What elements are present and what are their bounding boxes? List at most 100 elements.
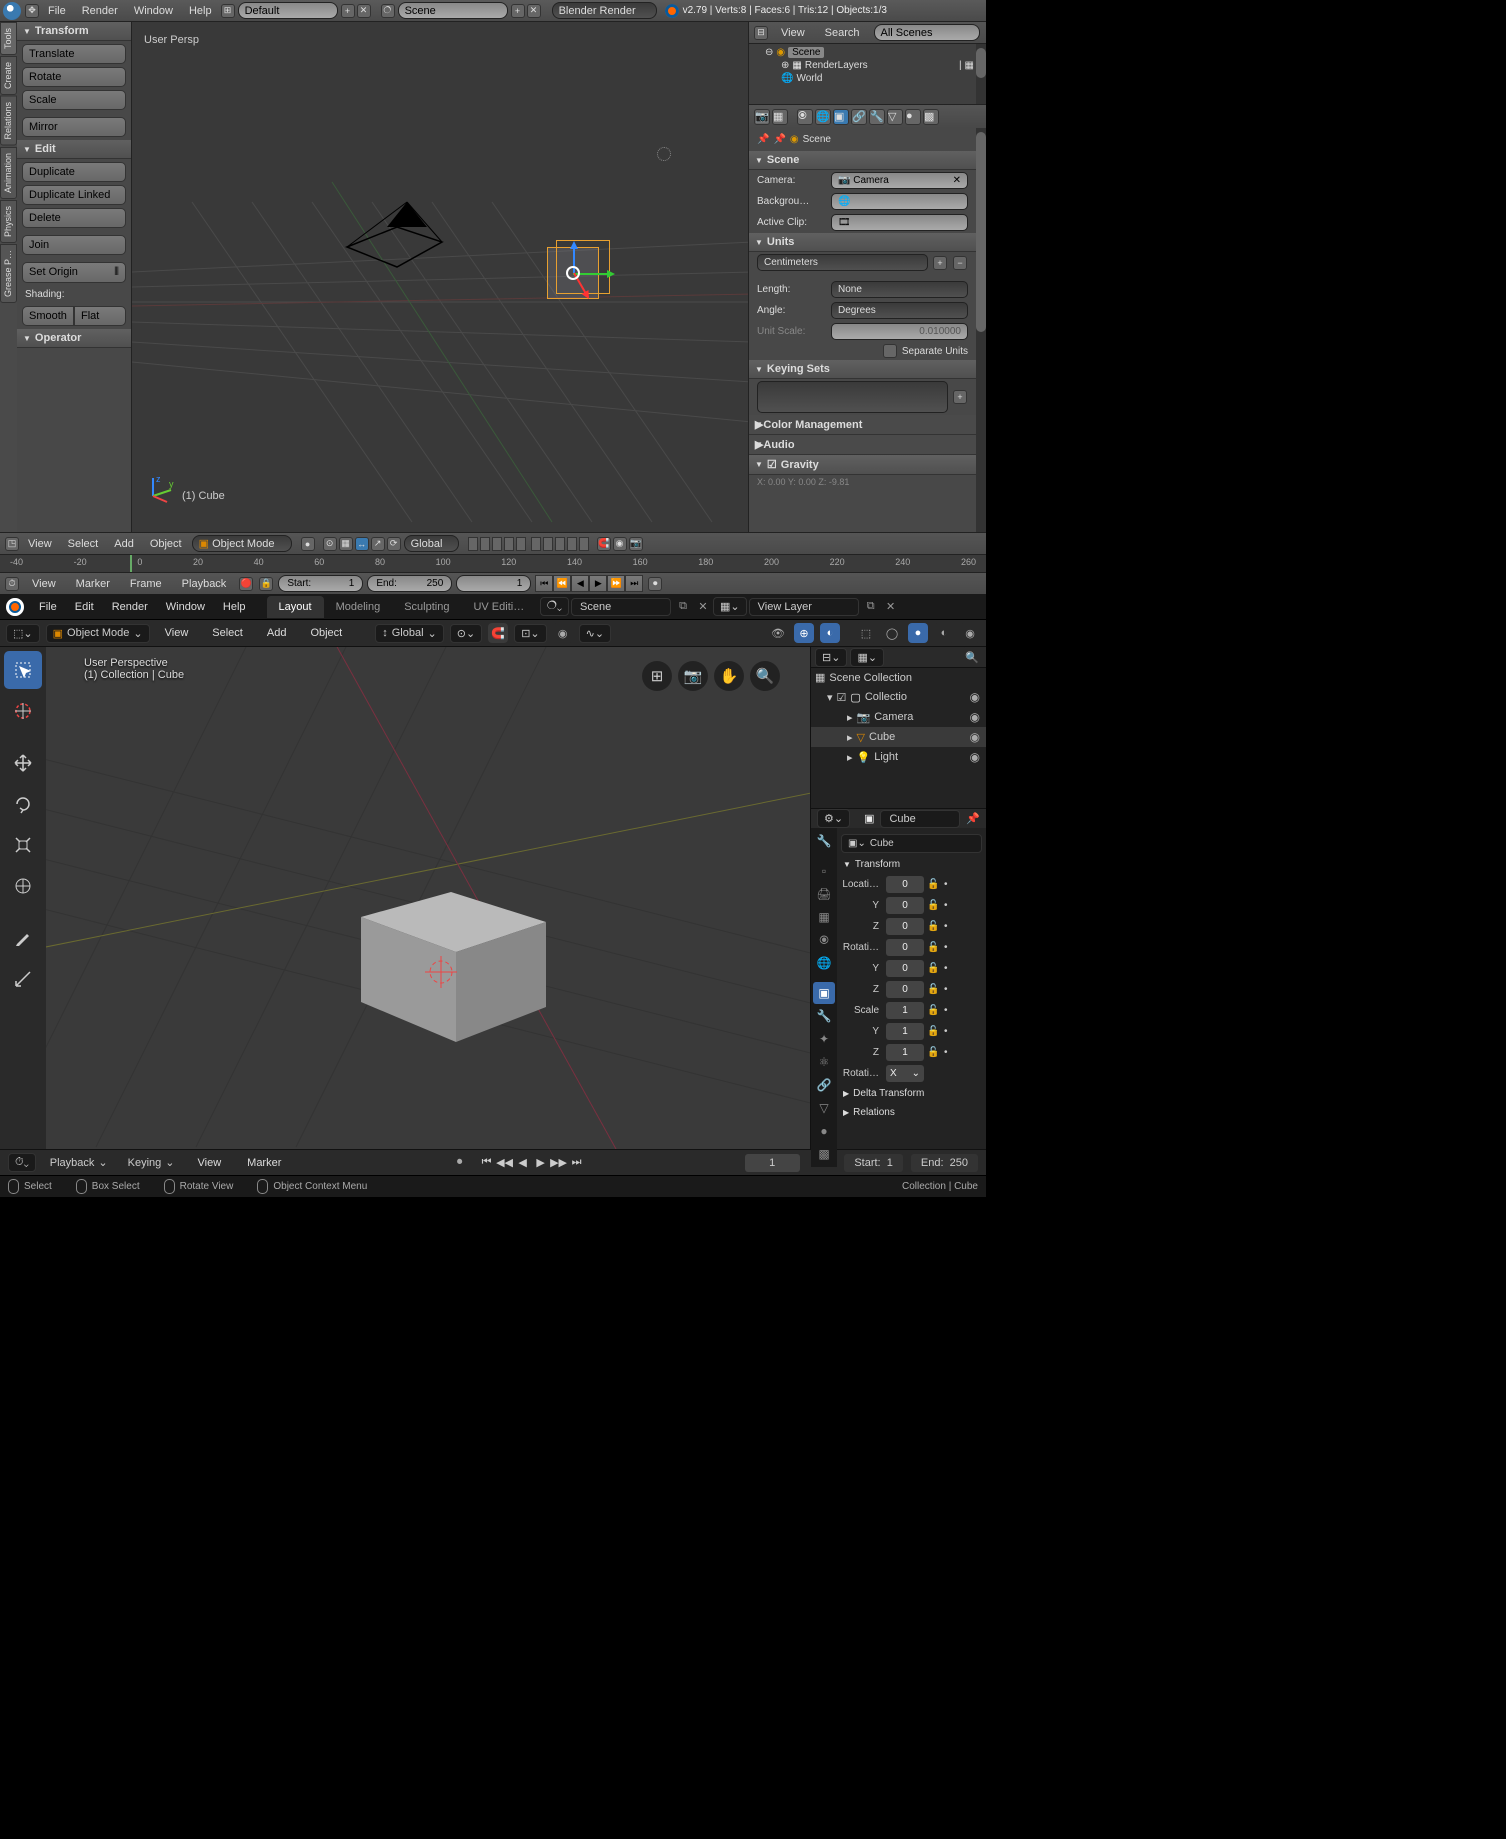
tab-modifier-icon[interactable]: 🔧 <box>813 1005 835 1027</box>
del-layout-icon[interactable]: ✕ <box>357 4 371 18</box>
prop-scene-icon[interactable]: 🞊 <box>797 109 813 125</box>
outliner-tree[interactable]: ▦Scene Collection ▾☑▢Collectio◉ ▸📷Camera… <box>811 668 986 808</box>
copy-vl-icon[interactable]: ⧉ <box>863 599 879 615</box>
menu-help[interactable]: Help <box>214 601 255 613</box>
tl-type-icon[interactable]: ⏱ <box>5 577 19 591</box>
join-button[interactable]: Join <box>22 235 126 255</box>
tab-texture-icon[interactable]: ▩ <box>813 1143 835 1165</box>
next-key-icon[interactable]: ⏩ <box>607 575 625 592</box>
pivot-icon[interactable]: ⊙ <box>323 537 337 551</box>
outliner-search[interactable]: Search <box>817 27 868 39</box>
object-name[interactable]: Cube <box>880 810 960 828</box>
tab-material-icon[interactable]: ● <box>813 1120 835 1142</box>
prop-constraint-icon[interactable]: 🔗 <box>851 109 867 125</box>
prop-render-icon[interactable]: 📷 <box>754 109 770 125</box>
outliner-tree[interactable]: ⊖◉Scene ⊕▦RenderLayers|▦ 🌐World <box>749 44 976 104</box>
menu-window[interactable]: Window <box>126 5 181 17</box>
camera-icon[interactable]: 📷 <box>678 661 708 691</box>
rotate-button[interactable]: Rotate <box>22 67 126 87</box>
clip-field[interactable]: 🎞 <box>831 214 968 231</box>
manip-r-icon[interactable]: ⟳ <box>387 537 401 551</box>
xray-toggle[interactable]: ⬚ <box>856 623 876 643</box>
smooth-button[interactable]: Smooth <box>22 306 74 326</box>
manipulator-icon[interactable]: ↔ <box>355 537 369 551</box>
tab-layout[interactable]: Layout <box>267 596 324 618</box>
tool-measure[interactable] <box>4 960 42 998</box>
loc-z[interactable]: 0 <box>886 918 924 935</box>
tab-render-icon[interactable]: ▫ <box>813 860 835 882</box>
tab-uv[interactable]: UV Editi… <box>461 596 536 618</box>
sync-icon[interactable]: 🔒 <box>259 577 273 591</box>
panel-operator[interactable]: Operator <box>17 329 131 348</box>
propedit-toggle[interactable]: ◉ <box>553 623 573 643</box>
collection[interactable]: Collectio <box>865 691 907 703</box>
start-field[interactable]: Start:1 <box>278 575 363 592</box>
jump-start-icon[interactable]: ⏮ <box>535 575 553 592</box>
prev-key-icon[interactable]: ◀◀ <box>496 1154 514 1172</box>
tab-data-icon[interactable]: ▽ <box>813 1097 835 1119</box>
add-menu[interactable]: Add <box>106 538 142 550</box>
unit-add-icon[interactable]: + <box>933 256 947 270</box>
timeline-type[interactable]: ⏱⌄ <box>8 1153 36 1172</box>
vtab-tools[interactable]: Tools <box>0 22 17 55</box>
tl-view[interactable]: View <box>189 1157 231 1169</box>
pivot-select[interactable]: ⊙⌄ <box>450 624 482 643</box>
jump-start-icon[interactable]: ⏮ <box>478 1154 496 1172</box>
layers-icon[interactable]: ▦ <box>339 537 353 551</box>
3d-viewport[interactable]: User Perspective (1) Collection | Cube ⊞… <box>46 647 810 1149</box>
add-scene-icon[interactable]: + <box>511 4 525 18</box>
wire-shade-icon[interactable]: ◯ <box>882 623 902 643</box>
current-frame[interactable]: 1 <box>745 1154 800 1172</box>
tab-modeling[interactable]: Modeling <box>324 596 393 618</box>
outliner-view[interactable]: View <box>773 27 813 39</box>
object-browse[interactable]: ▣⌄ Cube <box>841 834 982 853</box>
tab-physics-icon[interactable]: ⚛ <box>813 1051 835 1073</box>
camera-field[interactable]: 📷 Camera✕ <box>831 172 968 189</box>
gizmo-toggle[interactable]: ⊕ <box>794 623 814 643</box>
overlay-toggle[interactable]: ◐ <box>820 623 840 643</box>
tab-constraint-icon[interactable]: 🔗 <box>813 1074 835 1096</box>
3d-viewport[interactable]: User Persp z y (1) Cube <box>132 22 748 532</box>
vtab-physics[interactable]: Physics <box>0 200 17 243</box>
keying-add-icon[interactable]: + <box>953 390 967 404</box>
unit-scale-field[interactable]: 0.010000 <box>831 323 968 340</box>
copy-scene-icon[interactable]: ⧉ <box>675 599 691 615</box>
cube-object[interactable] <box>361 872 546 1042</box>
angle-select[interactable]: Degrees <box>831 302 968 319</box>
manip-t-icon[interactable]: ↗ <box>371 537 385 551</box>
layout-field[interactable]: Default <box>238 2 338 19</box>
tool-cursor[interactable] <box>4 692 42 730</box>
tab-sculpting[interactable]: Sculpting <box>392 596 461 618</box>
outliner-type-icon[interactable]: ⊟ <box>754 26 768 40</box>
delta-section[interactable]: Delta Transform <box>841 1084 982 1103</box>
delete-button[interactable]: Delete <box>22 208 126 228</box>
prop-material-icon[interactable]: ● <box>905 109 921 125</box>
zoom-icon[interactable]: 🔍 <box>750 661 780 691</box>
tab-viewlayer-icon[interactable]: ▦ <box>813 906 835 928</box>
bg-field[interactable]: 🌐 <box>831 193 968 210</box>
scene-field[interactable]: Scene <box>398 2 508 19</box>
playback-menu[interactable]: Playback <box>44 1156 114 1169</box>
prev-key-icon[interactable]: ⏪ <box>553 575 571 592</box>
viewlayer-field[interactable]: View Layer <box>749 598 859 616</box>
tl-marker[interactable]: Marker <box>68 578 118 590</box>
layer-buttons[interactable] <box>467 537 590 551</box>
mode-select[interactable]: ▣Object Mode⌄ <box>46 624 150 643</box>
next-key-icon[interactable]: ▶▶ <box>550 1154 568 1172</box>
orient-select[interactable]: Global <box>404 535 459 552</box>
camera-object[interactable] <box>347 202 447 272</box>
prop-layers-icon[interactable]: ▦ <box>772 109 788 125</box>
tab-object-icon[interactable]: ▣ <box>813 982 835 1004</box>
lamp-object[interactable] <box>657 147 671 161</box>
menu-render[interactable]: Render <box>103 601 157 613</box>
jump-end-icon[interactable]: ⏭ <box>625 575 643 592</box>
render-region-icon[interactable]: ◉ <box>613 537 627 551</box>
set-origin-button[interactable]: Set Origin⦀ <box>22 262 126 283</box>
scl-x[interactable]: 1 <box>886 1002 924 1019</box>
length-select[interactable]: None <box>831 281 968 298</box>
view-menu[interactable]: View <box>156 627 198 639</box>
menu-window[interactable]: Window <box>157 601 214 613</box>
camera-view-icon[interactable]: ⊞ <box>642 661 672 691</box>
mirror-button[interactable]: Mirror <box>22 117 126 137</box>
select-menu[interactable]: Select <box>203 627 252 639</box>
